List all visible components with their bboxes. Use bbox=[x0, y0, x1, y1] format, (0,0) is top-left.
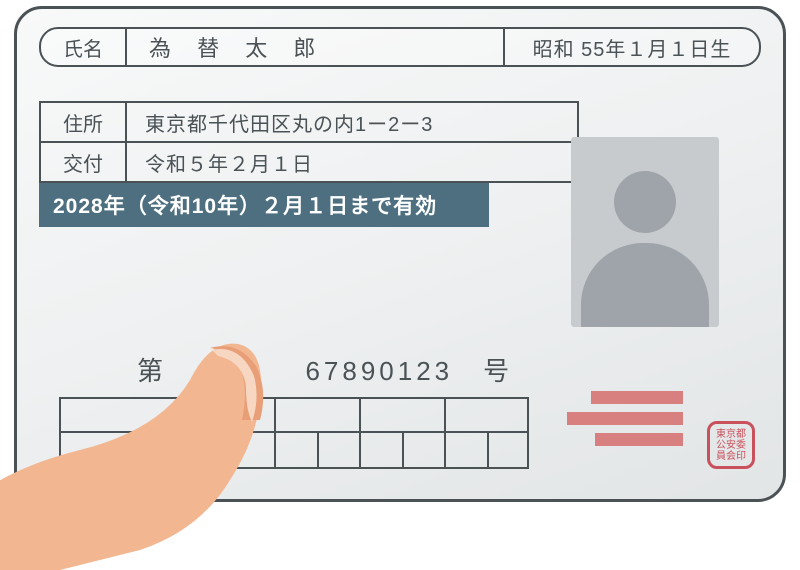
info-table: 住所 東京都千代田区丸の内1ー2ー3 交付 令和５年２月１日 bbox=[39, 101, 579, 183]
avatar-body-icon bbox=[581, 243, 709, 327]
license-number: 第 1 67890123 号 bbox=[137, 351, 513, 388]
official-seal: 東京都公安委員会印 bbox=[707, 421, 755, 469]
issue-value: 令和５年２月１日 bbox=[127, 143, 577, 181]
redacted-bar bbox=[567, 412, 683, 425]
issue-row: 交付 令和５年２月１日 bbox=[41, 143, 577, 183]
name-row: 氏名 為 替 太 郎 昭和 55年１月１日生 bbox=[39, 27, 761, 67]
redacted-bar bbox=[595, 433, 683, 446]
name-value: 為 替 太 郎 bbox=[127, 29, 503, 65]
address-value: 東京都千代田区丸の内1ー2ー3 bbox=[127, 103, 577, 141]
id-photo bbox=[571, 137, 719, 327]
date-of-birth: 昭和 55年１月１日生 bbox=[503, 29, 759, 65]
avatar-head-icon bbox=[614, 171, 676, 233]
address-row: 住所 東京都千代田区丸の内1ー2ー3 bbox=[41, 103, 577, 143]
issue-label: 交付 bbox=[41, 143, 127, 181]
expiry-band: 2028年（令和10年）２月１日まで有効 bbox=[39, 183, 489, 227]
license-card: 氏名 為 替 太 郎 昭和 55年１月１日生 住所 東京都千代田区丸の内1ー2ー… bbox=[14, 6, 786, 502]
address-label: 住所 bbox=[41, 103, 127, 141]
category-grid bbox=[59, 397, 529, 469]
redacted-bar bbox=[591, 391, 683, 404]
name-label: 氏名 bbox=[41, 29, 127, 65]
redacted-bars bbox=[591, 391, 683, 454]
